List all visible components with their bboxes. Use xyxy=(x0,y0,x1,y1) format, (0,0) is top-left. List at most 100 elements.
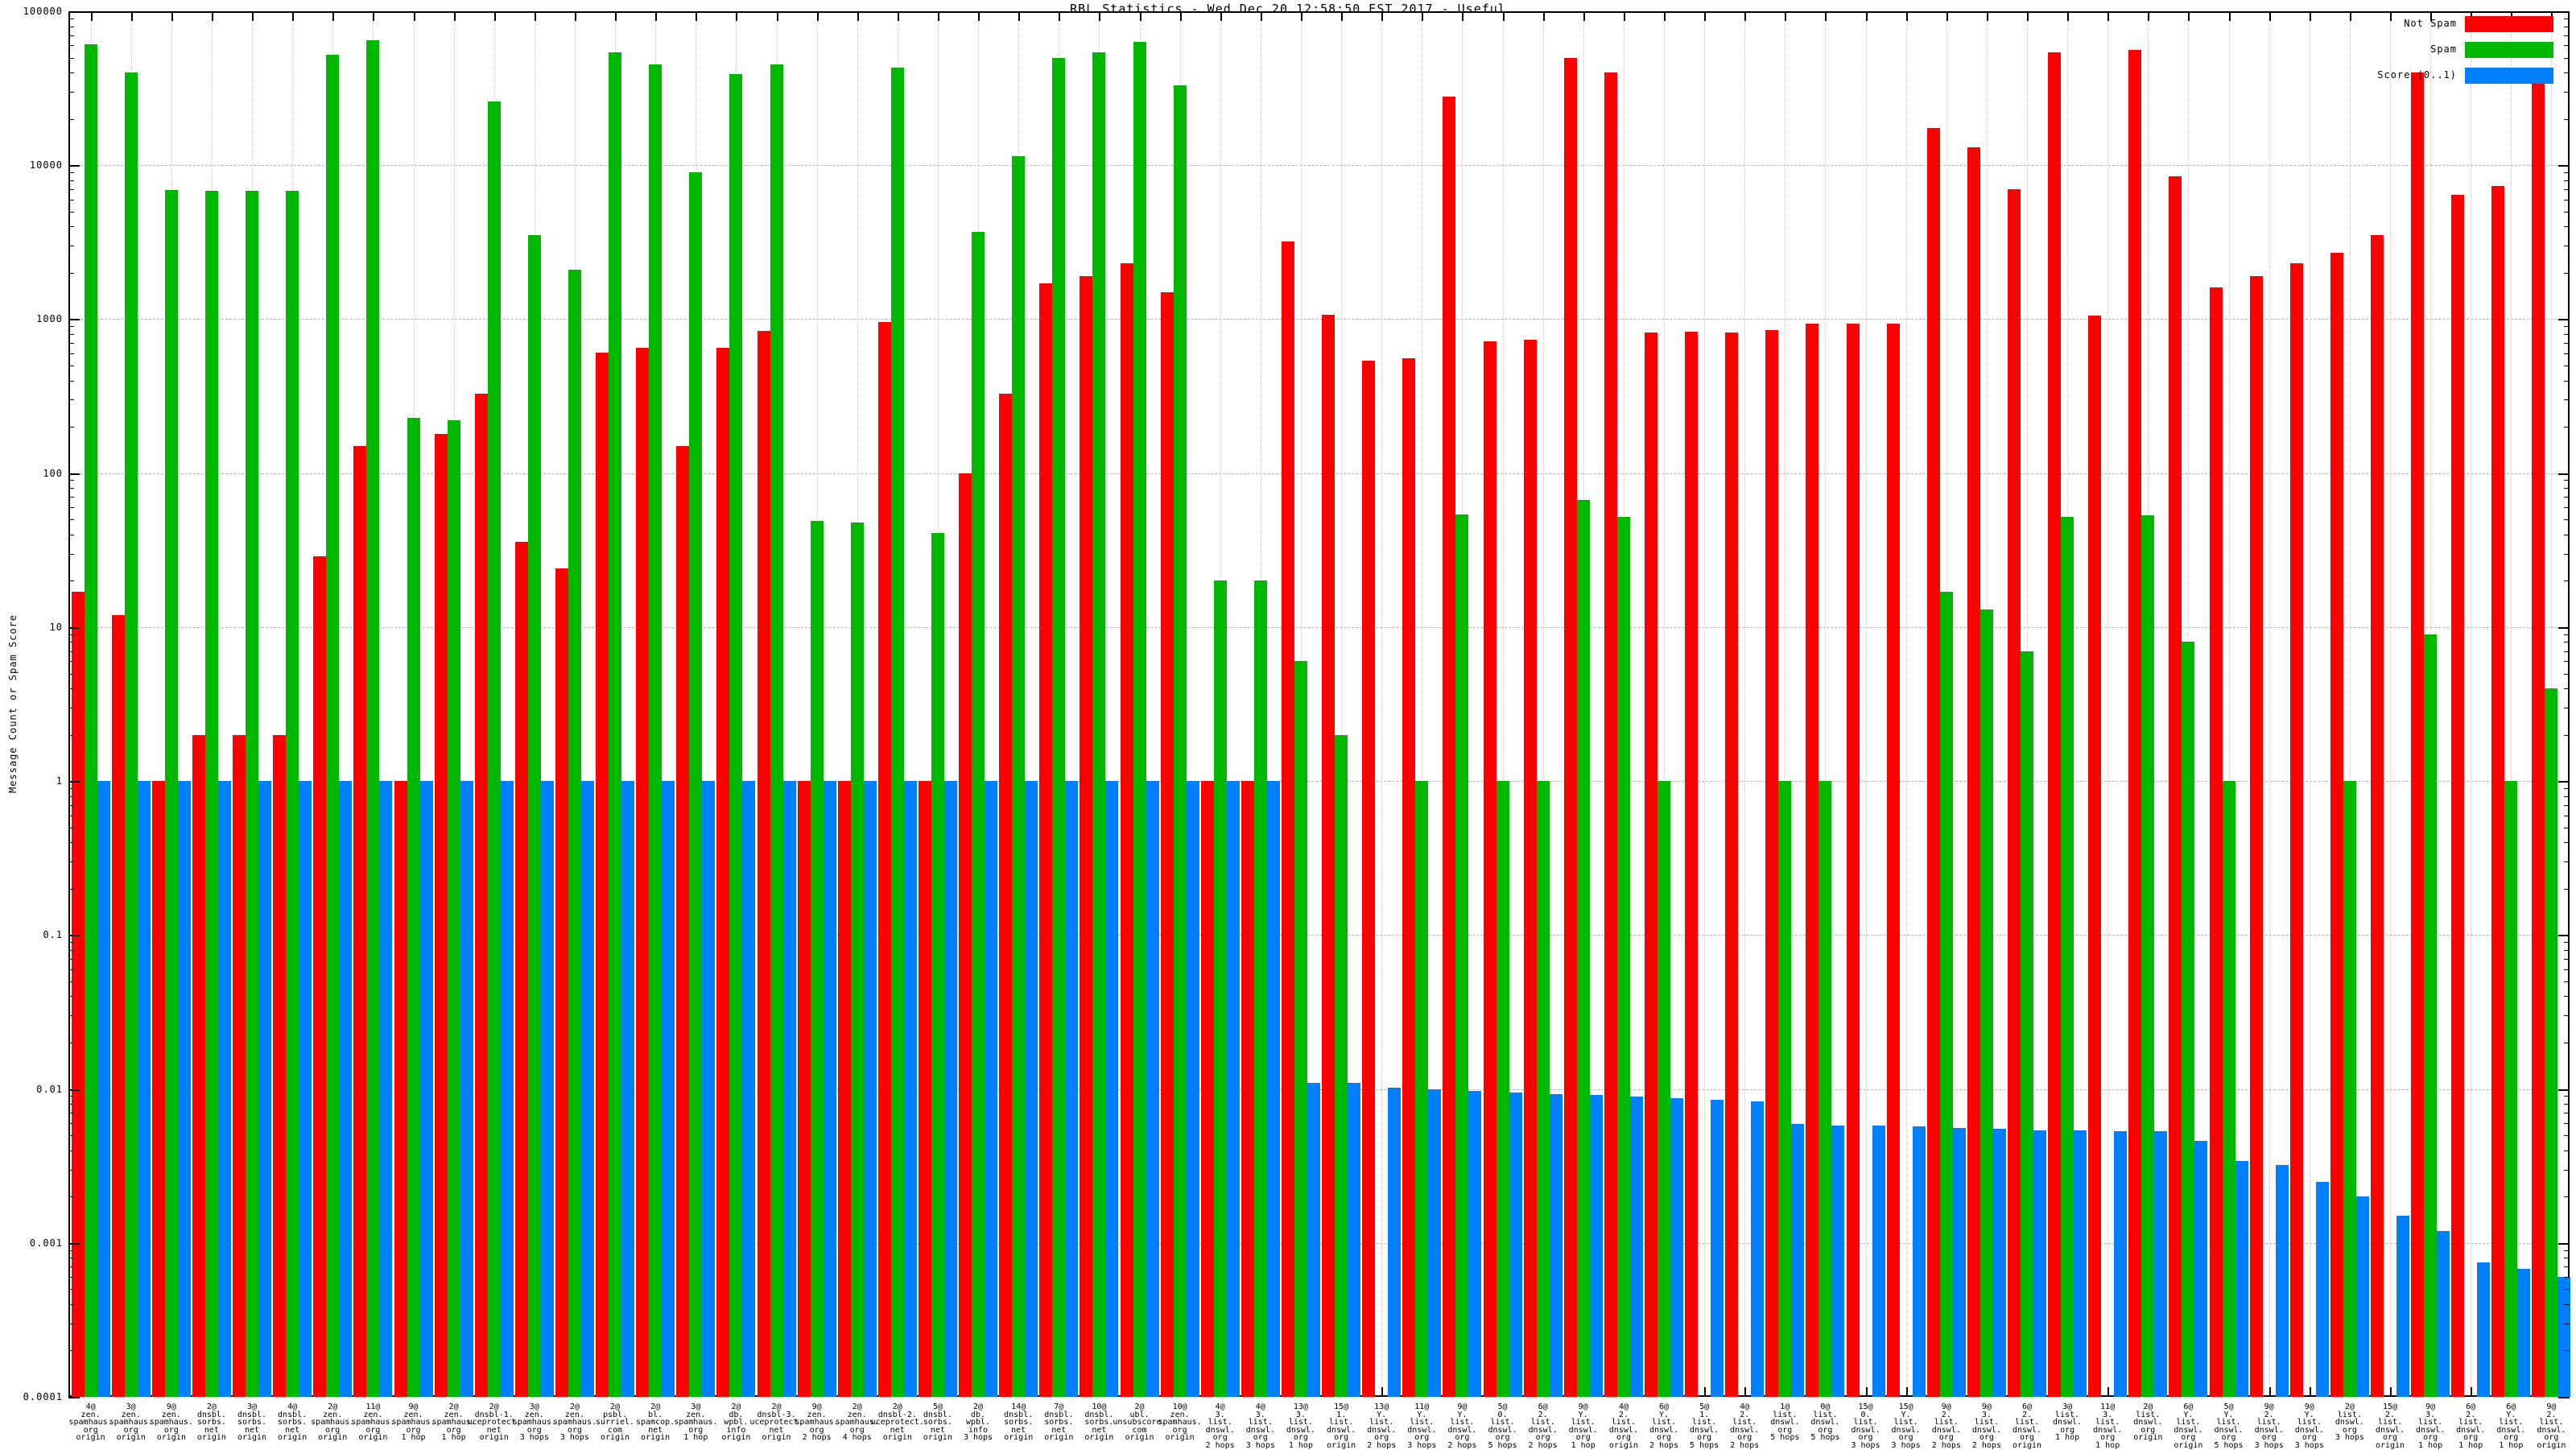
y-tick-minor xyxy=(2564,804,2570,806)
bar-score xyxy=(379,781,393,1397)
bar-not-spam xyxy=(716,348,730,1397)
bar-spam xyxy=(487,101,501,1397)
bar-not-spam xyxy=(1806,323,1819,1397)
bar-spam xyxy=(2343,781,2356,1397)
bar-score xyxy=(1348,1082,1361,1397)
bar-spam xyxy=(609,52,621,1397)
x-tick-top xyxy=(1744,11,1747,21)
bar-score xyxy=(2437,1230,2450,1397)
bar-not-spam xyxy=(2128,50,2142,1397)
bar-not-spam xyxy=(2088,316,2102,1397)
y-tick-minor xyxy=(2564,1104,2570,1105)
y-tick-major xyxy=(2558,11,2570,13)
bar-not-spam xyxy=(918,781,931,1397)
bar-not-spam xyxy=(1725,332,1739,1397)
x-tick-top xyxy=(1059,11,1061,21)
y-tick-minor xyxy=(68,1350,74,1352)
y-tick-minor xyxy=(68,1104,74,1105)
x-tick-top xyxy=(655,11,658,21)
gridline-vertical xyxy=(1865,11,1867,1397)
gridline-vertical xyxy=(2390,11,2391,1397)
y-tick-major xyxy=(68,626,80,629)
y-tick-minor xyxy=(68,888,74,890)
y-tick-minor xyxy=(2564,1250,2570,1251)
bar-spam xyxy=(84,44,97,1397)
y-tick-minor xyxy=(68,673,74,675)
x-tick-top xyxy=(1381,11,1384,21)
x-tick-top xyxy=(1220,11,1222,21)
x-tick-top xyxy=(2107,11,2110,21)
x-tick-bottom xyxy=(1381,1387,1384,1397)
y-tick-minor xyxy=(68,580,74,582)
bar-score xyxy=(903,781,917,1397)
y-tick-minor xyxy=(2564,969,2570,970)
bar-spam xyxy=(2424,634,2438,1397)
y-tick-minor xyxy=(68,480,74,481)
y-tick-minor xyxy=(2564,488,2570,490)
bar-not-spam xyxy=(757,330,770,1397)
y-tick-major xyxy=(2558,1397,2570,1398)
bar-score xyxy=(258,781,271,1397)
y-tick-minor xyxy=(2564,188,2570,190)
x-tick-top xyxy=(90,11,93,21)
bar-not-spam xyxy=(1402,357,1416,1397)
bar-not-spam xyxy=(2289,263,2303,1397)
x-tick-top xyxy=(615,11,617,21)
y-tick-minor xyxy=(2564,180,2570,181)
x-tick-top xyxy=(1139,11,1141,21)
y-tick-minor xyxy=(68,1266,74,1268)
y-tick-minor xyxy=(2564,981,2570,982)
bar-not-spam xyxy=(1967,147,1980,1397)
bar-not-spam xyxy=(1604,72,1617,1397)
y-tick-minor xyxy=(68,949,74,951)
y-tick-label: 0.001 xyxy=(29,1237,63,1249)
y-tick-major xyxy=(2558,1089,2570,1091)
y-tick-major xyxy=(2558,473,2570,475)
x-tick-top xyxy=(1018,11,1021,21)
bar-spam xyxy=(1657,781,1670,1397)
x-tick-top xyxy=(1825,11,1827,21)
bar-score xyxy=(177,781,191,1397)
y-tick-major xyxy=(2558,1242,2570,1245)
y-tick-minor xyxy=(68,969,74,970)
bar-not-spam xyxy=(1926,127,1940,1397)
bar-spam xyxy=(1052,57,1066,1397)
y-tick-minor xyxy=(2564,272,2570,274)
y-tick-minor xyxy=(2564,1169,2570,1171)
y-tick-major xyxy=(68,1242,80,1245)
bar-score xyxy=(2315,1181,2329,1397)
bar-score xyxy=(1629,1097,1643,1397)
x-tick-top xyxy=(1986,11,1988,21)
x-tick-top xyxy=(1179,11,1182,21)
y-tick-minor xyxy=(68,688,74,689)
x-tick-top xyxy=(211,11,213,21)
y-tick-minor xyxy=(2564,35,2570,36)
y-tick-minor xyxy=(2564,343,2570,345)
x-tick-top xyxy=(1946,11,1948,21)
x-tick-bottom xyxy=(2107,1387,2110,1397)
y-tick-minor xyxy=(68,804,74,806)
legend-label: Spam xyxy=(2430,43,2457,55)
bar-spam xyxy=(649,64,663,1397)
y-tick-minor xyxy=(68,651,74,652)
bar-score xyxy=(2074,1130,2087,1397)
y-tick-minor xyxy=(68,226,74,228)
y-tick-minor xyxy=(2564,497,2570,498)
bar-score xyxy=(2275,1165,2289,1397)
gridline-horizontal xyxy=(68,165,2570,167)
bar-not-spam xyxy=(2491,186,2505,1397)
bar-spam xyxy=(1335,734,1348,1397)
bar-score xyxy=(1428,1089,1442,1397)
rbl-statistics-chart: RBL Statistics - Wed Dec 20 12:58:50 EST… xyxy=(0,0,2576,1449)
x-tick-top xyxy=(1462,11,1464,21)
x-tick-top xyxy=(1260,11,1262,21)
x-tick-label: 9@ 2. list. dnswl. org origin xyxy=(2537,1402,2566,1450)
y-tick-minor xyxy=(68,211,74,213)
x-tick-top xyxy=(1502,11,1505,21)
gridline-vertical xyxy=(1381,11,1383,1397)
bar-not-spam xyxy=(596,352,609,1397)
bar-score xyxy=(2355,1196,2369,1397)
bar-spam xyxy=(2222,781,2235,1397)
bar-spam xyxy=(527,235,541,1397)
bar-score xyxy=(742,781,756,1397)
